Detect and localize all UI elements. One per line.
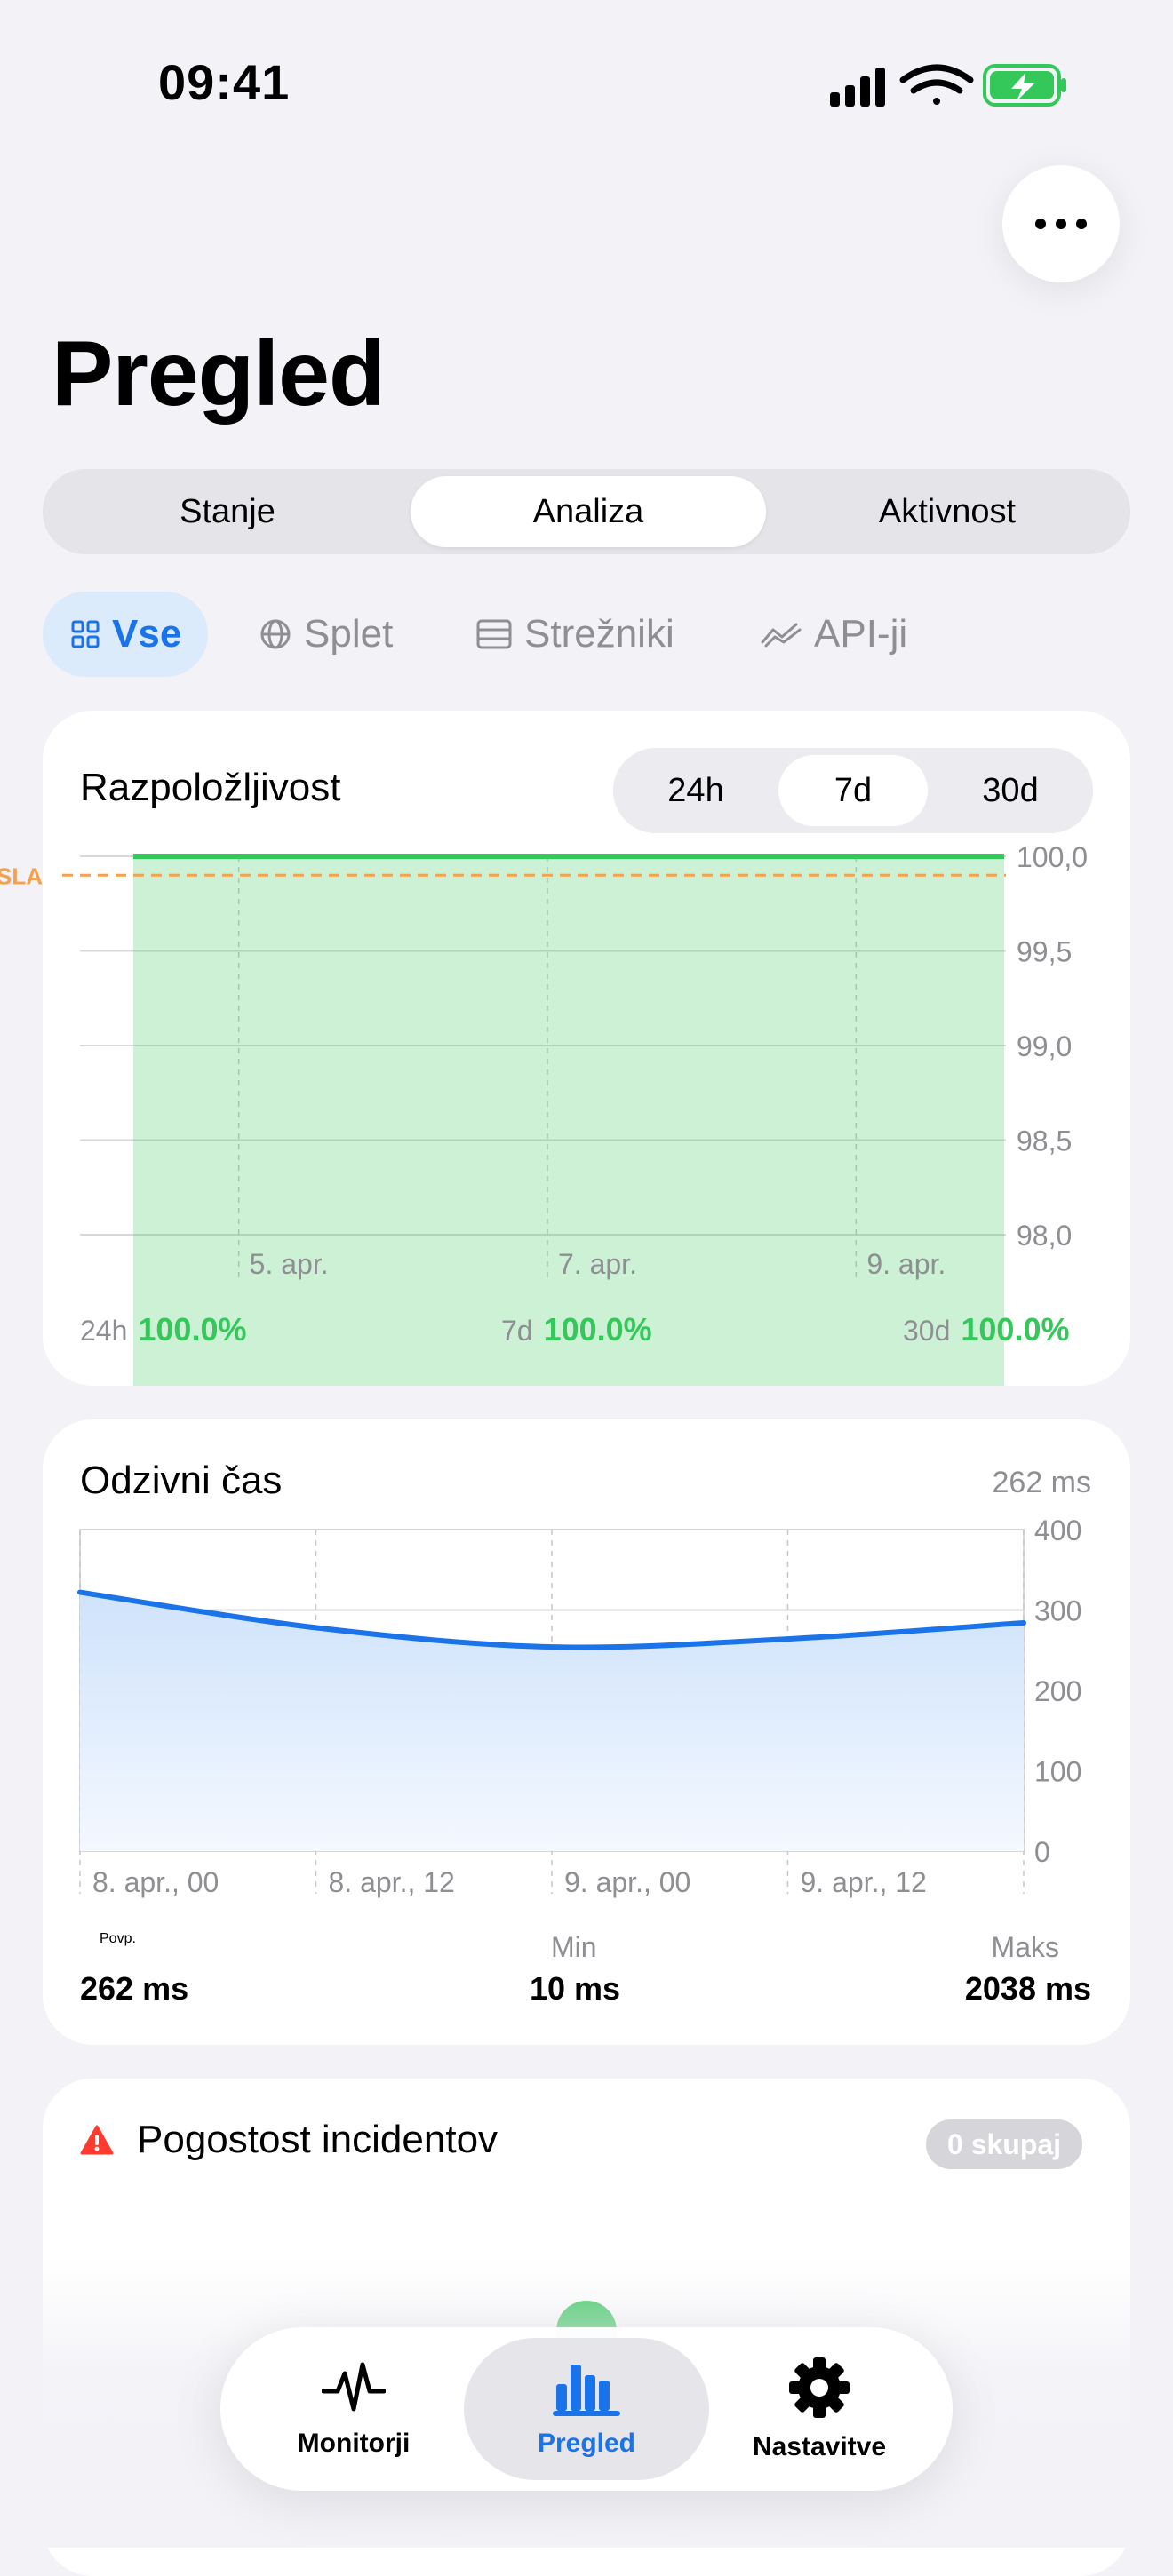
filter-splet[interactable]: Splet bbox=[259, 592, 393, 677]
tab-nastavitve[interactable]: Nastavitve bbox=[697, 2338, 942, 2480]
x-tick-label: 8. apr., 00 bbox=[92, 1866, 219, 1898]
incidents-total-badge: 0 skupaj bbox=[926, 2119, 1083, 2169]
tab-monitorji[interactable]: Monitorji bbox=[231, 2338, 476, 2480]
rt-avg-value: 262 ms bbox=[80, 1970, 189, 2007]
wifi-icon bbox=[899, 64, 974, 105]
grid-icon bbox=[71, 620, 100, 648]
rt-max-label: Maks bbox=[991, 1931, 1059, 1963]
x-tick-label: 8. apr., 12 bbox=[329, 1866, 455, 1898]
rt-min-value: 10 ms bbox=[530, 1970, 621, 2007]
server-icon bbox=[476, 619, 512, 649]
ellipsis-icon bbox=[1035, 219, 1046, 229]
y-tick-label: 100 bbox=[1034, 1756, 1081, 1788]
filter-strezniki[interactable]: Strežniki bbox=[476, 592, 674, 677]
x-tick-label: 9. apr., 00 bbox=[564, 1866, 690, 1898]
y-tick-label: 99,5 bbox=[1017, 936, 1072, 968]
page-title: Pregled bbox=[52, 322, 385, 425]
x-tick-label: 5. apr. bbox=[250, 1248, 329, 1280]
rt-max-value: 2038 ms bbox=[964, 1970, 1091, 2007]
availability-title: Razpoložljivost bbox=[80, 766, 341, 809]
y-tick-label: 99,0 bbox=[1017, 1030, 1072, 1062]
pulse-icon bbox=[322, 2362, 386, 2412]
incidents-title: Pogostost incidentov bbox=[137, 2118, 499, 2161]
time-range-control: 24h 7d 30d bbox=[613, 748, 1093, 833]
warning-icon bbox=[80, 2125, 114, 2155]
y-tick-label: 0 bbox=[1034, 1836, 1050, 1868]
availability-chart: SLA 100,0 99,5 99,0 98,5 98,0 5. apr. 7. apr.… bbox=[0, 841, 1088, 1386]
uptime-stat-30d: 30d 100.0% bbox=[903, 1311, 1070, 1348]
y-tick-label: 100,0 bbox=[1017, 841, 1088, 873]
y-tick-label: 200 bbox=[1034, 1675, 1081, 1707]
bar-chart-icon bbox=[553, 2365, 620, 2416]
rt-avg-label: Povp. bbox=[100, 1931, 136, 1946]
uptime-stat-7d: 7d 100.0% bbox=[501, 1311, 652, 1348]
status-time: 09:41 bbox=[158, 54, 291, 110]
range-7d[interactable]: 7d bbox=[778, 755, 928, 826]
range-24h[interactable]: 24h bbox=[620, 755, 771, 826]
segment-analiza[interactable]: Analiza bbox=[411, 476, 766, 547]
x-tick-label: 9. apr., 12 bbox=[801, 1866, 927, 1898]
filter-api[interactable]: API-ji bbox=[761, 592, 907, 677]
gear-icon bbox=[789, 2357, 850, 2418]
segment-stanje[interactable]: Stanje bbox=[50, 476, 405, 547]
segment-aktivnost[interactable]: Aktivnost bbox=[771, 476, 1123, 547]
cellular-signal-icon bbox=[830, 68, 885, 107]
api-icon bbox=[761, 623, 802, 648]
response-time-chart: 400 300 200 100 0 8. apr., 00 8. apr., 12 9. a… bbox=[77, 1515, 1081, 1898]
rt-min-label: Min bbox=[551, 1931, 597, 1963]
sla-label: SLA bbox=[0, 863, 43, 889]
y-tick-label: 400 bbox=[1034, 1515, 1081, 1546]
battery-charging-icon bbox=[983, 64, 1066, 107]
x-tick-label: 7. apr. bbox=[558, 1248, 637, 1280]
y-tick-label: 98,0 bbox=[1017, 1220, 1072, 1252]
filter-vse[interactable]: Vse bbox=[43, 592, 209, 677]
range-30d[interactable]: 30d bbox=[935, 755, 1086, 826]
x-tick-label: 9. apr. bbox=[866, 1248, 946, 1280]
y-tick-label: 98,5 bbox=[1017, 1125, 1072, 1157]
tab-pregled[interactable]: Pregled bbox=[464, 2338, 709, 2480]
more-options-button[interactable] bbox=[1002, 165, 1120, 282]
uptime-area bbox=[133, 856, 1004, 1386]
view-segmented-control: Stanje Analiza Aktivnost bbox=[43, 469, 1130, 554]
uptime-stat-24h: 24h 100.0% bbox=[80, 1311, 247, 1348]
response-time-title: Odzivni čas bbox=[80, 1459, 283, 1502]
globe-icon bbox=[260, 619, 291, 649]
tab-bar: Monitorji Pregled Nastavitve bbox=[220, 2327, 953, 2491]
status-icons bbox=[830, 64, 1066, 107]
response-time-current: 262 ms bbox=[992, 1466, 1092, 1499]
y-tick-label: 300 bbox=[1034, 1595, 1081, 1627]
